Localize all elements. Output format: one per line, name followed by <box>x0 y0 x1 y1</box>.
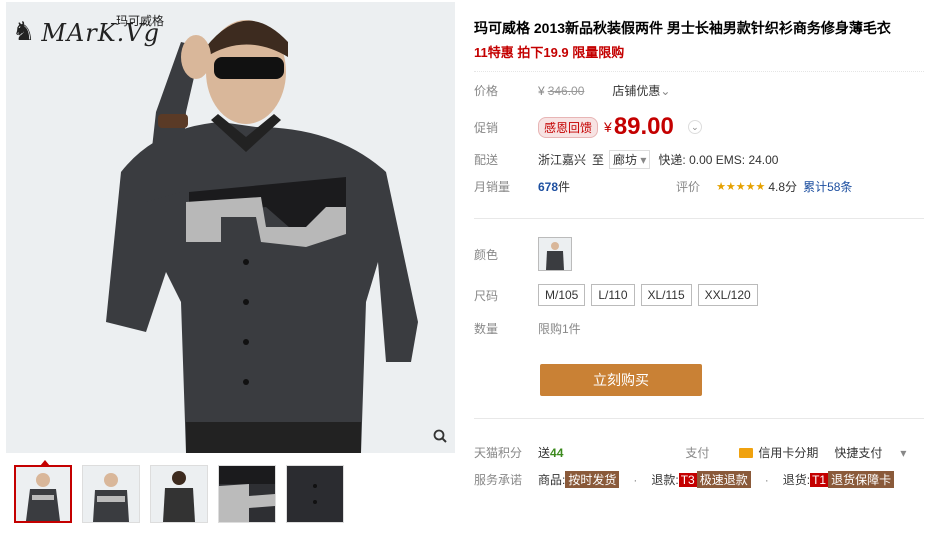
main-product-image[interactable]: ♞ MArK.Vg 玛可威格 <box>6 2 455 453</box>
credit-card-icon <box>739 447 754 458</box>
dot-separator: · <box>633 472 638 487</box>
quantity-label: 数量 <box>474 322 499 336</box>
currency-symbol: ¥ <box>538 83 545 98</box>
product-title: 玛可威格 2013新品秋装假两件 男士长袖男款针织衫商务修身薄毛衣 <box>474 20 891 36</box>
tmall-row: 天猫积分 送 44 支付 信用卡分期 快捷支付 ▾ <box>474 444 906 461</box>
size-option[interactable]: XXL/120 <box>697 284 758 306</box>
monthly-sales-label: 月销量 <box>474 180 511 194</box>
review-count-link[interactable]: 累计58条 <box>803 178 852 195</box>
rating-score: 4.8分 <box>768 180 798 194</box>
thumbnail-2[interactable] <box>82 465 140 523</box>
thumbnail-4[interactable] <box>218 465 276 523</box>
payment-dropdown-icon[interactable]: ▾ <box>900 446 906 460</box>
size-row: 尺码 M/105 L/110 XL/115 XXL/120 <box>474 284 758 306</box>
shop-discount-dropdown[interactable]: 店铺优惠⌄ <box>612 82 670 99</box>
destination-value: 廊坊 <box>613 153 638 167</box>
points-prefix: 送 <box>538 446 551 460</box>
destination-select[interactable]: 廊坊 ▾ <box>609 150 651 169</box>
zoom-icon[interactable] <box>431 429 449 447</box>
credit-installment[interactable]: 信用卡分期 <box>758 444 818 461</box>
price-row: 价格 ¥ 346.00 店铺优惠⌄ <box>474 82 670 99</box>
thumbnail-1[interactable] <box>14 460 72 523</box>
product-subtitle: 11特惠 拍下19.9 限量限购 <box>474 45 625 60</box>
return-code-badge: T1 <box>810 472 829 487</box>
quantity-row: 数量 限购1件 <box>474 320 581 337</box>
promo-label: 促销 <box>474 120 499 135</box>
monthly-sales-unit: 件 <box>558 180 571 194</box>
color-row: 颜色 <box>474 237 572 271</box>
fast-refund-tag: 极速退款 <box>696 471 751 488</box>
color-swatch[interactable] <box>538 237 572 271</box>
divider <box>474 218 924 219</box>
ontime-shipping-tag: 按时发货 <box>565 471 620 488</box>
shipping-to-word: 至 <box>592 153 605 167</box>
return-guarantee-tag: 退货保障卡 <box>828 471 895 488</box>
dropdown-arrow-icon: ▾ <box>640 153 647 167</box>
promo-tag: 感恩回馈 <box>538 116 599 138</box>
product-gallery: ♞ MArK.Vg 玛可威格 <box>6 0 455 533</box>
quick-pay[interactable]: 快捷支付 <box>834 444 882 461</box>
brand-logo: ♞ MArK.Vg 玛可威格 <box>12 14 164 47</box>
expand-promo-icon[interactable]: ⌄ <box>687 120 702 134</box>
rating-label: 评价 <box>676 180 701 194</box>
thumbnail-5[interactable] <box>286 465 344 523</box>
payment-label: 支付 <box>685 446 710 460</box>
refund-prefix: 退款: <box>651 473 679 487</box>
size-option[interactable]: XL/115 <box>640 284 692 306</box>
tmall-points-label: 天猫积分 <box>474 446 523 460</box>
service-label: 服务承诺 <box>474 473 523 487</box>
thumbnail-3[interactable] <box>150 465 208 523</box>
thumbnail-strip <box>14 460 344 523</box>
color-label: 颜色 <box>474 247 499 262</box>
original-price: 346.00 <box>547 83 585 98</box>
sales-row: 月销量 678 件 评价 ★★★★★ 4.8分 累计58条 <box>474 178 852 195</box>
return-prefix: 退货: <box>782 473 811 487</box>
promo-price: 89.00 <box>613 113 674 140</box>
shipping-label: 配送 <box>474 153 499 167</box>
size-option[interactable]: M/105 <box>538 284 586 306</box>
monthly-sales-count: 678 <box>538 179 559 194</box>
quantity-limit: 限购1件 <box>538 322 581 336</box>
buy-now-button[interactable]: 立刻购买 <box>540 364 702 396</box>
shipping-from: 浙江嘉兴 <box>538 153 587 167</box>
star-rating: ★★★★★ <box>716 181 766 193</box>
chevron-down-icon: ⌄ <box>660 84 671 98</box>
promo-row: 促销 感恩回馈 ¥ 89.00 ⌄ <box>474 113 702 141</box>
size-label: 尺码 <box>474 288 499 303</box>
service-row: 服务承诺 商品: 按时发货 · 退款: T3 极速退款 · 退货: T1 退货保障卡 <box>474 471 895 488</box>
shipping-row: 配送 浙江嘉兴 至 廊坊 ▾ 快递: 0.00 EMS: 24.00 <box>474 150 778 169</box>
brand-cn-name: 玛可威格 <box>116 14 165 28</box>
lion-icon: ♞ <box>12 16 36 46</box>
price-label: 价格 <box>474 84 499 98</box>
points-value: 44 <box>550 445 564 460</box>
dot-separator: · <box>764 472 769 487</box>
shipping-fees: 快递: 0.00 EMS: 24.00 <box>658 153 779 167</box>
promo-currency: ¥ <box>604 119 612 135</box>
size-option[interactable]: L/110 <box>591 284 635 306</box>
divider <box>474 418 924 419</box>
model-illustration <box>6 2 455 453</box>
refund-code-badge: T3 <box>678 472 697 487</box>
shop-discount-label: 店铺优惠 <box>612 84 661 98</box>
goods-prefix: 商品: <box>538 473 566 487</box>
